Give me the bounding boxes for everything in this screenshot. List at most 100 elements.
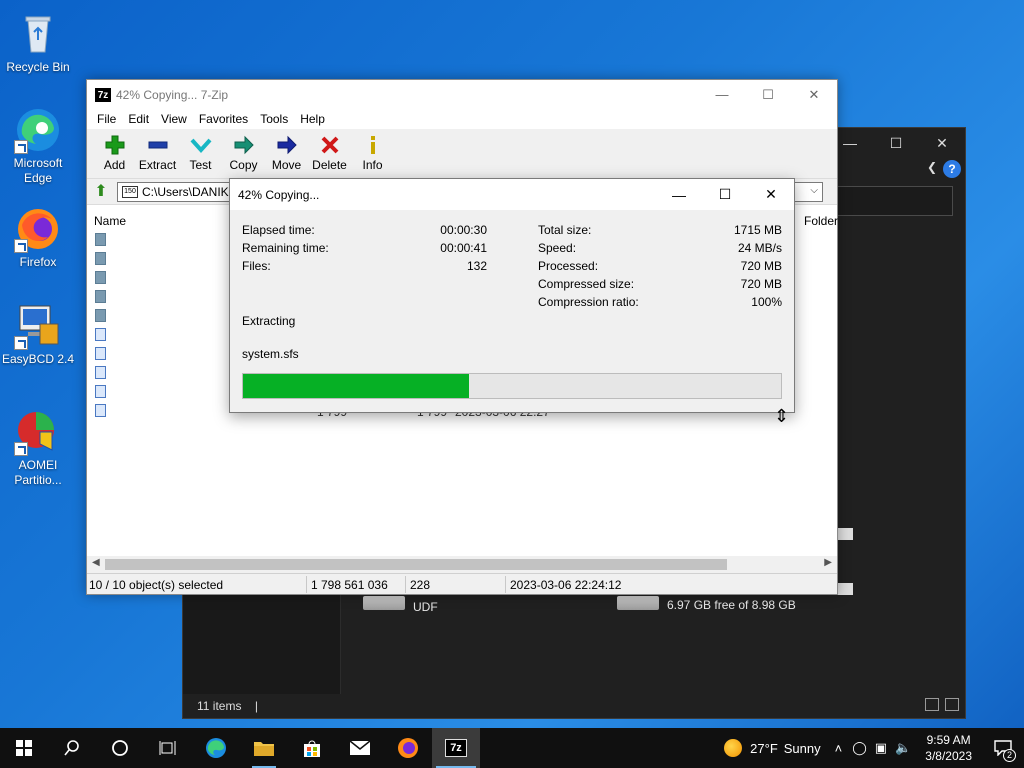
minimize-icon[interactable]: —: [656, 179, 702, 210]
status-size: 1 798 561 036: [311, 578, 388, 592]
menu-help[interactable]: Help: [294, 112, 331, 126]
status-count: 228: [410, 578, 431, 592]
taskbar-edge[interactable]: [192, 728, 240, 768]
menu-view[interactable]: View: [155, 112, 193, 126]
chevron-up-icon[interactable]: ˄: [835, 741, 843, 756]
copy-arrow-icon: [233, 134, 255, 156]
progress-bar: [242, 373, 782, 399]
menu-file[interactable]: File: [91, 112, 122, 126]
chevron-down-icon[interactable]: ⌵: [810, 185, 818, 196]
test-button[interactable]: Test: [179, 129, 222, 178]
edge-icon: [14, 106, 62, 154]
notification-center-button[interactable]: 2: [982, 728, 1024, 768]
folder-up-icon[interactable]: ⬆: [91, 182, 111, 202]
start-button[interactable]: [0, 728, 48, 768]
move-button[interactable]: Move: [265, 129, 308, 178]
help-icon[interactable]: ?: [943, 160, 961, 178]
desktop-icon-firefox[interactable]: Firefox: [0, 205, 76, 270]
menu-favorites[interactable]: Favorites: [193, 112, 254, 126]
copy-progress-dialog[interactable]: 42% Copying... — ☐ ✕ Elapsed time: 00:00…: [229, 178, 795, 413]
copy-button[interactable]: Copy: [222, 129, 265, 178]
folder-icon[interactable]: [95, 252, 106, 265]
taskbar-store[interactable]: [288, 728, 336, 768]
view-toggle[interactable]: [925, 698, 959, 711]
search-button[interactable]: [48, 728, 96, 768]
elapsed-value: 00:00:30: [440, 223, 487, 237]
test-label: Test: [189, 158, 212, 172]
drive-filesystem-label: UDF: [413, 600, 438, 614]
sevenzip-title-bar[interactable]: 7z 42% Copying... 7-Zip — ☐ ✕: [87, 80, 837, 109]
scrollbar-thumb[interactable]: [105, 559, 727, 570]
sun-icon[interactable]: [724, 739, 743, 757]
weather-description[interactable]: Sunny: [784, 741, 821, 756]
edge-icon: [206, 738, 226, 758]
speed-value: 24 MB/s: [737, 241, 782, 255]
explorer-checkbox[interactable]: [837, 528, 853, 540]
file-icon[interactable]: [95, 385, 106, 398]
file-icon[interactable]: [95, 347, 106, 360]
processed-value: 720 MB: [740, 259, 782, 273]
weather-temperature[interactable]: 27°F: [750, 741, 778, 756]
desktop-icon-aomei[interactable]: AOMEI Partitio...: [0, 408, 76, 488]
dialog-window-controls: — ☐ ✕: [656, 179, 794, 210]
close-icon[interactable]: ✕: [919, 128, 965, 158]
maximize-icon[interactable]: ☐: [745, 80, 791, 109]
current-file: system.sfs: [242, 347, 299, 361]
taskbar-7zip[interactable]: 7z: [432, 728, 480, 768]
clock[interactable]: 9:59 AM 3/8/2023: [915, 732, 982, 764]
shortcut-arrow-icon: [14, 140, 28, 154]
resize-cursor-icon: ⇕: [774, 406, 790, 426]
desktop-icon-edge[interactable]: Microsoft Edge: [0, 106, 76, 186]
meet-now-icon[interactable]: ◯: [852, 740, 867, 756]
copy-label: Copy: [229, 158, 258, 172]
desktop-icon-recycle-bin[interactable]: Recycle Bin: [0, 10, 76, 75]
horizontal-scrollbar[interactable]: ◀ ▶: [87, 556, 837, 573]
large-icons-view-icon[interactable]: [945, 698, 959, 711]
maximize-icon[interactable]: ☐: [702, 179, 748, 210]
file-icon[interactable]: [95, 366, 106, 379]
chevron-down-icon[interactable]: ❮: [927, 160, 937, 174]
folder-icon[interactable]: [95, 233, 106, 246]
sevenzip-app-icon: 7z: [445, 739, 467, 757]
easybcd-icon: [14, 302, 62, 350]
minus-icon: [147, 134, 169, 156]
task-view-button[interactable]: [144, 728, 192, 768]
dialog-title-bar[interactable]: 42% Copying... — ☐ ✕: [230, 179, 794, 210]
taskbar-file-explorer[interactable]: [240, 728, 288, 768]
explorer-checkbox[interactable]: [837, 583, 853, 595]
window-controls: — ☐ ✕: [699, 80, 837, 109]
column-header-folder[interactable]: Folder: [804, 214, 838, 228]
column-header-name[interactable]: Name: [94, 214, 126, 228]
menu-edit[interactable]: Edit: [122, 112, 155, 126]
menu-tools[interactable]: Tools: [254, 112, 294, 126]
info-button[interactable]: Info: [351, 129, 394, 178]
sevenzip-app-icon: 7z: [95, 87, 111, 102]
folder-icon[interactable]: [95, 271, 106, 284]
files-value: 132: [466, 259, 487, 273]
network-icon[interactable]: ▣: [875, 740, 887, 756]
taskbar-firefox[interactable]: [384, 728, 432, 768]
file-icon[interactable]: [95, 328, 106, 341]
add-button[interactable]: Add: [93, 129, 136, 178]
extract-button[interactable]: Extract: [136, 129, 179, 178]
close-icon[interactable]: ✕: [748, 179, 794, 210]
volume-icon[interactable]: 🔈: [895, 740, 911, 756]
folder-icon[interactable]: [95, 309, 106, 322]
details-view-icon[interactable]: [925, 698, 939, 711]
explorer-search-input[interactable]: [823, 186, 953, 216]
file-icon[interactable]: [95, 404, 106, 417]
desktop-icon-label: Microsoft Edge: [13, 156, 63, 185]
scroll-right-icon[interactable]: ▶: [824, 557, 832, 568]
scroll-left-icon[interactable]: ◀: [92, 557, 100, 568]
delete-button[interactable]: Delete: [308, 129, 351, 178]
minimize-icon[interactable]: —: [699, 80, 745, 109]
desktop-icon-label: AOMEI Partitio...: [14, 458, 62, 487]
cortana-button[interactable]: [96, 728, 144, 768]
item-count: 11 items: [197, 699, 242, 713]
taskbar-mail[interactable]: [336, 728, 384, 768]
desktop-icon-label: Firefox: [19, 255, 57, 269]
desktop-icon-easybcd[interactable]: EasyBCD 2.4: [0, 302, 76, 367]
folder-icon[interactable]: [95, 290, 106, 303]
maximize-icon[interactable]: ☐: [873, 128, 919, 158]
close-icon[interactable]: ✕: [791, 80, 837, 109]
